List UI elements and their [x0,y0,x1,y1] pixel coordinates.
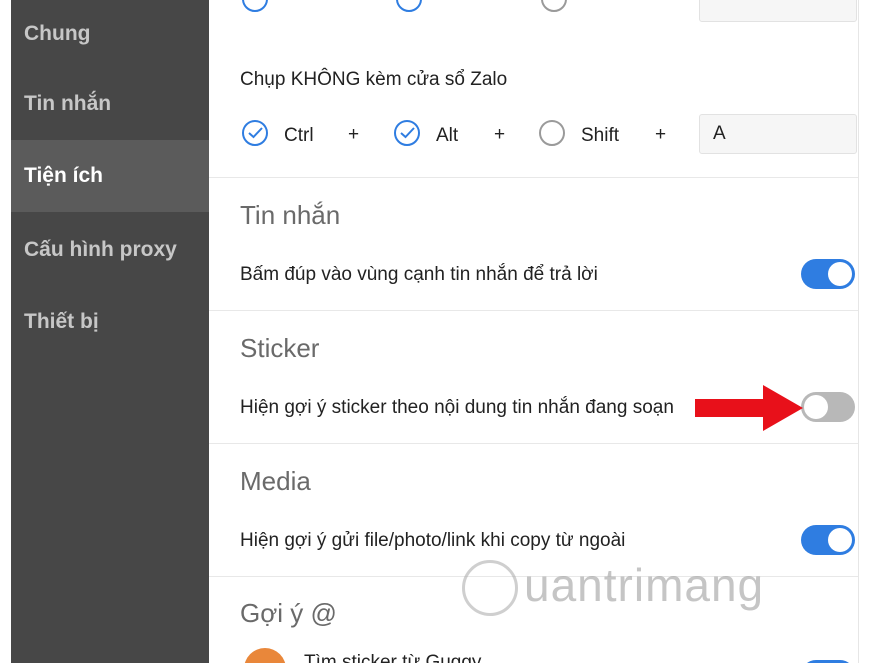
plus-sign: + [655,124,667,145]
suggest-option-label: Tìm sticker từ Guggy [304,652,482,663]
ctrl-checkbox[interactable] [242,120,268,146]
shift-label: Shift [581,125,620,146]
messages-section-title: Tin nhắn [240,200,341,230]
screenshot-label: Chụp KHÔNG kèm cửa sổ Zalo [240,69,508,90]
media-option-label: Hiện gợi ý gửi file/photo/link khi copy … [240,530,626,551]
sticker-option-label: Hiện gợi ý sticker theo nội dung tin nhắ… [240,397,674,418]
sticker-section-title: Sticker [240,333,320,363]
checkbox-partial-3[interactable] [541,0,567,12]
media-section-title: Media [240,466,311,496]
check-icon [248,127,263,139]
plus-sign: + [348,124,360,145]
settings-sidebar: Chung Tin nhắn Tiện ích Cấu hình proxy T… [11,0,209,663]
alt-checkbox[interactable] [394,120,420,146]
toggle-knob [804,395,828,419]
checkbox-partial-1[interactable] [242,0,268,12]
watermark: uantrimang [462,556,792,626]
ctrl-label: Ctrl [284,125,314,146]
divider [209,443,858,444]
media-suggest-toggle[interactable] [801,525,855,555]
guggy-avatar [244,648,286,663]
suggest-section-title: Gợi ý @ [240,598,337,628]
checkbox-partial-2[interactable] [396,0,422,12]
red-arrow-icon [695,385,803,431]
key-input-partial[interactable] [699,0,857,22]
divider [209,177,858,178]
sticker-suggest-toggle[interactable] [801,392,855,422]
shortcut-key-input[interactable]: A [699,114,857,154]
toggle-knob [828,262,852,286]
messages-reply-toggle[interactable] [801,259,855,289]
alt-label: Alt [436,125,459,146]
plus-sign: + [494,124,506,145]
sidebar-item-messages[interactable]: Tin nhắn [11,68,209,140]
sidebar-item-utilities[interactable]: Tiện ích [11,140,209,212]
shift-checkbox[interactable] [539,120,565,146]
sidebar-item-proxy[interactable]: Cấu hình proxy [11,214,209,286]
toggle-knob [828,528,852,552]
messages-option-label: Bấm đúp vào vùng cạnh tin nhắn để trả lờ… [240,264,598,285]
watermark-text: uantrimang [524,559,765,611]
check-icon [400,127,415,139]
divider [209,310,858,311]
sidebar-item-devices[interactable]: Thiết bị [11,286,209,358]
window-border [858,0,869,663]
sidebar-item-general[interactable]: Chung [11,0,209,68]
watermark-logo-icon [462,560,518,616]
